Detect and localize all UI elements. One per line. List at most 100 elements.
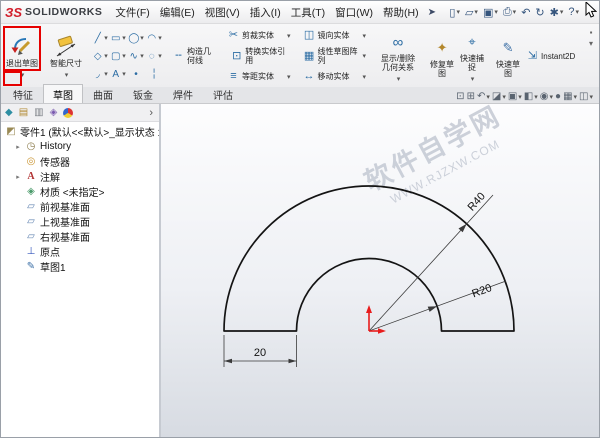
hide-show-items-icon[interactable]: ◉ xyxy=(540,91,553,102)
graphics-area[interactable]: 软件自学网 WWW.RJZXW.COM R40 R20 20 xyxy=(161,104,599,437)
panel-flyout-arrow-icon[interactable]: › xyxy=(147,107,155,119)
sketch-entities-grid: ╱ ▭ ◯ ◠ ◇ ▢ ∿ ◌ ◞ A • ╎ xyxy=(91,26,163,86)
configuration-manager-tab-icon[interactable]: ▥ xyxy=(34,107,43,118)
tree-item-origin[interactable]: ⊥ 原点 xyxy=(1,244,159,259)
tab-weldments[interactable]: 焊件 xyxy=(163,84,203,103)
featuremanager-tree-tab-icon[interactable]: ◆ xyxy=(5,107,13,118)
quick-snaps-dropdown-icon[interactable] xyxy=(470,72,475,84)
tab-sketch[interactable]: 草图 xyxy=(43,84,83,103)
convert-entities-button[interactable]: ⊡ 转换实体引用 xyxy=(227,45,290,67)
tree-item-history[interactable]: ▸ ◷ History xyxy=(1,139,159,154)
mirror-entities-button[interactable]: ◫ 镜向实体 xyxy=(300,27,370,44)
quick-snaps-button[interactable]: ⌖ 快速捕捉 xyxy=(457,27,487,85)
zoom-fit-icon[interactable]: ⊡ xyxy=(456,91,464,102)
repair-sketch-button[interactable]: ✦ 修复草图 xyxy=(427,33,457,79)
undo-icon[interactable]: ↶ xyxy=(519,5,532,20)
tab-sheet-metal[interactable]: 钣金 xyxy=(123,84,163,103)
tree-item-right-plane[interactable]: ▱ 右视基准面 xyxy=(1,229,159,244)
propertymanager-tab-icon[interactable]: ▤ xyxy=(19,107,28,118)
fillet-tool-icon[interactable]: ◞ xyxy=(91,69,109,80)
new-document-icon[interactable]: ▯ xyxy=(447,5,462,20)
instant2d-button[interactable]: ⇲ Instant2D xyxy=(523,48,584,65)
print-icon[interactable]: ⎙ xyxy=(501,5,518,20)
options-icon[interactable]: ✱ xyxy=(548,5,566,20)
centerline-tool-icon[interactable]: ╎ xyxy=(145,69,163,80)
line-tool-icon[interactable]: ╱ xyxy=(91,33,109,44)
tree-root-part[interactable]: ◩ 零件1 (默认<<默认>_显示状态 1>) xyxy=(1,124,159,139)
save-icon[interactable]: ▣ xyxy=(481,5,500,20)
tree-item-top-plane[interactable]: ▱ 上视基准面 xyxy=(1,214,159,229)
linear-sketch-pattern-button[interactable]: ▦ 线性草图阵列 xyxy=(300,45,370,67)
exit-sketch-dropdown-icon[interactable] xyxy=(20,68,25,80)
tree-item-sensors[interactable]: ◎ 传感器 xyxy=(1,154,159,169)
part-icon: ◩ xyxy=(6,126,16,137)
expand-arrow-icon[interactable]: ▸ xyxy=(14,173,22,181)
sketch-origin[interactable] xyxy=(366,305,386,334)
sketch-canvas[interactable]: R40 R20 20 xyxy=(161,104,599,437)
edit-appearance-icon[interactable]: ● xyxy=(555,91,561,102)
help-icon[interactable]: ? xyxy=(566,5,581,19)
previous-view-icon[interactable]: ↶ xyxy=(477,91,490,102)
view-orientation-icon[interactable]: ▣ xyxy=(508,91,522,102)
slot-tool-icon[interactable]: ▢ xyxy=(109,51,127,62)
rectangle-tool-icon[interactable]: ▭ xyxy=(109,33,127,44)
displaymanager-tab-icon[interactable] xyxy=(63,107,74,118)
expand-arrow-icon[interactable]: ▸ xyxy=(14,143,22,151)
menu-item-insert[interactable]: 插入(I) xyxy=(245,2,286,23)
smart-dimension-label: 智能尺寸 xyxy=(50,58,82,68)
tree-item-annotations[interactable]: ▸ A 注解 xyxy=(1,169,159,184)
rebuild-icon[interactable]: ↻ xyxy=(533,5,546,20)
tab-features[interactable]: 特征 xyxy=(3,84,43,103)
tab-evaluate[interactable]: 评估 xyxy=(203,84,243,103)
point-tool-icon[interactable]: • xyxy=(127,69,145,80)
construction-geometry-button[interactable]: ╌ 构造几何线 xyxy=(169,45,218,67)
repair-sketch-icon: ✦ xyxy=(436,40,448,55)
menu-item-tools[interactable]: 工具(T) xyxy=(286,2,330,23)
tree-item-material[interactable]: ◈ 材质 <未指定> xyxy=(1,184,159,199)
dimxpert-tab-icon[interactable]: ◈ xyxy=(50,107,58,118)
circle-tool-icon[interactable]: ◯ xyxy=(127,33,145,44)
display-style-icon[interactable]: ◧ xyxy=(524,91,538,102)
linear-dimension-20[interactable]: 20 xyxy=(223,335,297,367)
menu-item-file[interactable]: 文件(F) xyxy=(110,2,154,23)
arc-tool-icon[interactable]: ◠ xyxy=(145,33,163,44)
text-tool-icon[interactable]: A xyxy=(109,69,127,80)
toolbar-pin-icon[interactable]: ▪ xyxy=(585,28,597,37)
menu-pin-icon[interactable]: ➤ xyxy=(428,7,436,18)
toolbar-options-icon[interactable]: ▾ xyxy=(585,39,597,48)
open-document-icon[interactable]: ▱ xyxy=(463,5,480,20)
trim-entities-button[interactable]: ✂ 剪裁实体 xyxy=(224,27,294,44)
zoom-area-icon[interactable]: ⊞ xyxy=(467,91,475,102)
smart-dimension-button[interactable]: 智能尺寸 xyxy=(47,32,85,81)
construction-group: ╌ 构造几何线 xyxy=(169,26,218,86)
svg-text:20: 20 xyxy=(254,347,266,359)
command-manager-tabs: 特征 草图 曲面 钣金 焊件 评估 ⊡ ⊞ ↶ ◪ ▣ ◧ ◉ ● ▦ ◫ xyxy=(1,84,599,104)
relations-dropdown-icon[interactable] xyxy=(396,72,401,84)
smart-dimension-icon xyxy=(54,35,78,59)
rapid-sketch-icon: ✎ xyxy=(502,40,514,55)
tree-item-sketch1[interactable]: ✎ 草图1 xyxy=(1,259,159,274)
tab-surfaces[interactable]: 曲面 xyxy=(83,84,123,103)
sensors-icon: ◎ xyxy=(26,156,36,167)
polygon-tool-icon[interactable]: ◇ xyxy=(91,51,109,62)
brand-name: SOLIDWORKS xyxy=(25,6,103,18)
menu-item-view[interactable]: 视图(V) xyxy=(200,2,245,23)
move-entities-button[interactable]: ↔ 移动实体 xyxy=(300,68,370,85)
exit-sketch-button[interactable]: 退出草图 xyxy=(3,32,41,81)
offset-entities-button[interactable]: ≡ 等距实体 xyxy=(224,68,294,85)
radius-dimension-r20[interactable]: R20 xyxy=(368,280,507,332)
section-view-icon[interactable]: ◪ xyxy=(492,91,506,102)
display-delete-relations-button[interactable]: ∞ 显示/删除几何关系 xyxy=(375,27,421,85)
spline-tool-icon[interactable]: ∿ xyxy=(127,51,145,62)
instant2d-icon: ⇲ xyxy=(527,49,538,62)
apply-scene-icon[interactable]: ▦ xyxy=(563,91,577,102)
rapid-sketch-button[interactable]: ✎ 快速草图 xyxy=(493,33,523,79)
ellipse-tool-icon[interactable]: ◌ xyxy=(145,51,163,62)
menu-item-edit[interactable]: 编辑(E) xyxy=(155,2,200,23)
tree-item-front-plane[interactable]: ▱ 前视基准面 xyxy=(1,199,159,214)
view-settings-icon[interactable]: ◫ xyxy=(579,91,593,102)
menu-item-window[interactable]: 窗口(W) xyxy=(330,2,378,23)
smart-dimension-dropdown-icon[interactable] xyxy=(64,68,69,80)
menu-item-help[interactable]: 帮助(H) xyxy=(378,2,424,23)
offset-entities-icon: ≡ xyxy=(230,70,237,82)
